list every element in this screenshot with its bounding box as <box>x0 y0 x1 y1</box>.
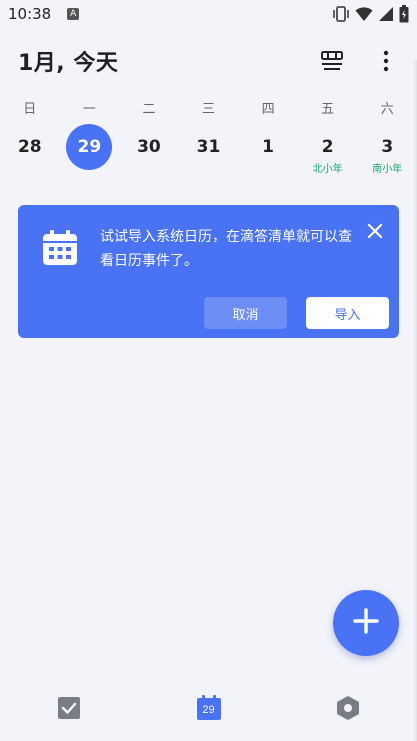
weekday-label: 一 <box>82 102 96 117</box>
plus-icon <box>353 608 379 638</box>
weekday-label: 三 <box>202 102 216 117</box>
date-cell[interactable]: 31 <box>179 124 239 176</box>
weekday-label: 四 <box>261 102 275 117</box>
weekday-label: 五 <box>321 102 335 117</box>
date-number: 30 <box>137 137 161 157</box>
view-toggle-icon[interactable] <box>319 48 345 74</box>
calendar-icon <box>41 229 79 271</box>
nav-calendar[interactable]: 29 <box>196 695 222 723</box>
settings-icon <box>335 695 361 725</box>
lunar-label: 南小年 <box>372 164 403 175</box>
date-cell[interactable]: 1 <box>238 124 298 176</box>
date-number: 1 <box>262 137 275 157</box>
date-cell[interactable]: 30 <box>119 124 179 176</box>
close-icon[interactable] <box>367 223 383 243</box>
date-number: 31 <box>196 137 221 157</box>
date-cell[interactable]: 28 <box>0 124 60 176</box>
nav-tasks[interactable] <box>56 697 82 723</box>
wifi-icon <box>355 6 373 22</box>
add-button[interactable] <box>333 590 399 656</box>
app-notification-icon: A <box>67 8 80 20</box>
signal-icon <box>378 6 394 22</box>
page-title: 1月, 今天 <box>18 51 119 76</box>
weekday-label: 日 <box>23 102 37 117</box>
status-time: 10:38 <box>8 5 52 23</box>
app-header: 1月, 今天 <box>0 38 417 84</box>
date-cell[interactable]: 2 北小年 <box>298 124 358 176</box>
bottom-nav: 29 <box>0 690 417 730</box>
weekday-header: 日 一 二 三 四 五 六 <box>0 98 417 120</box>
banner-message: 试试导入系统日历，在滴答清单就可以查看日历事件了。 <box>100 229 352 269</box>
weekday-label: 二 <box>142 102 156 117</box>
date-number: 28 <box>17 137 42 157</box>
battery-icon <box>399 5 409 23</box>
drawer-edge <box>413 60 417 741</box>
status-bar: 10:38 A <box>0 0 417 28</box>
lunar-label: 北小年 <box>312 164 343 175</box>
nav-settings[interactable] <box>335 695 361 725</box>
import-calendar-banner: 试试导入系统日历，在滴答清单就可以查看日历事件了。 取消 导入 <box>18 205 399 338</box>
vibrate-icon <box>332 6 350 22</box>
import-button[interactable]: 导入 <box>306 297 389 329</box>
week-date-strip: 28 29 30 31 1 2 北小年 3 南小年 <box>0 124 417 176</box>
date-cell[interactable]: 3 南小年 <box>357 124 417 176</box>
date-cell-selected[interactable]: 29 <box>60 124 120 176</box>
more-icon[interactable] <box>373 48 399 74</box>
weekday-label: 六 <box>380 102 394 117</box>
calendar-day-number: 29 <box>202 704 215 716</box>
date-number: 29 <box>66 124 113 170</box>
task-check-icon <box>57 696 81 724</box>
cancel-button[interactable]: 取消 <box>204 297 287 329</box>
